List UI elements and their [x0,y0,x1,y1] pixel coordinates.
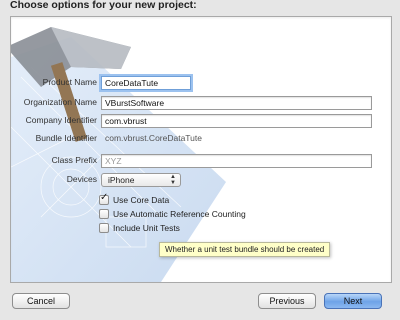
bundle-identifier-value: com.vbrust.CoreDataTute [105,133,202,143]
organization-name-label: Organization Name [23,97,97,107]
include-unit-tests-checkbox[interactable]: Include Unit Tests [99,222,180,234]
include-unit-tests-label: Include Unit Tests [113,223,180,233]
bundle-identifier-label: Bundle Identifier [35,133,97,143]
cancel-button[interactable]: Cancel [12,293,70,309]
company-identifier-label: Company Identifier [25,115,97,125]
use-core-data-checkbox[interactable]: Use Core Data [99,192,170,206]
organization-name-field[interactable]: VBurstSoftware [101,96,372,110]
product-name-label: Product Name [42,77,97,87]
company-identifier-field[interactable]: com.vbrust [101,114,372,128]
class-prefix-label: Class Prefix [51,155,97,165]
unit-tests-tooltip: Whether a unit test bundle should be cre… [159,242,331,257]
devices-select[interactable]: iPhone ▲ ▼ [101,173,181,187]
next-button[interactable]: Next [324,293,382,309]
checkbox-unchecked-icon [99,222,109,233]
product-name-field[interactable]: CoreDataTute [101,76,191,90]
devices-selected-value: iPhone [108,175,135,185]
up-down-arrows-icon: ▲ ▼ [170,174,176,186]
checkbox-unchecked-icon [99,208,109,219]
class-prefix-field[interactable]: XYZ [101,154,372,168]
checkbox-checked-icon [99,192,109,205]
use-core-data-label: Use Core Data [113,195,170,205]
use-arc-label: Use Automatic Reference Counting [113,209,246,219]
use-arc-checkbox[interactable]: Use Automatic Reference Counting [99,208,246,220]
options-panel: Product Name CoreDataTute Organization N… [10,16,392,283]
dialog-title: Choose options for your new project: [10,0,197,11]
devices-label: Devices [66,174,97,184]
previous-button[interactable]: Previous [258,293,316,309]
